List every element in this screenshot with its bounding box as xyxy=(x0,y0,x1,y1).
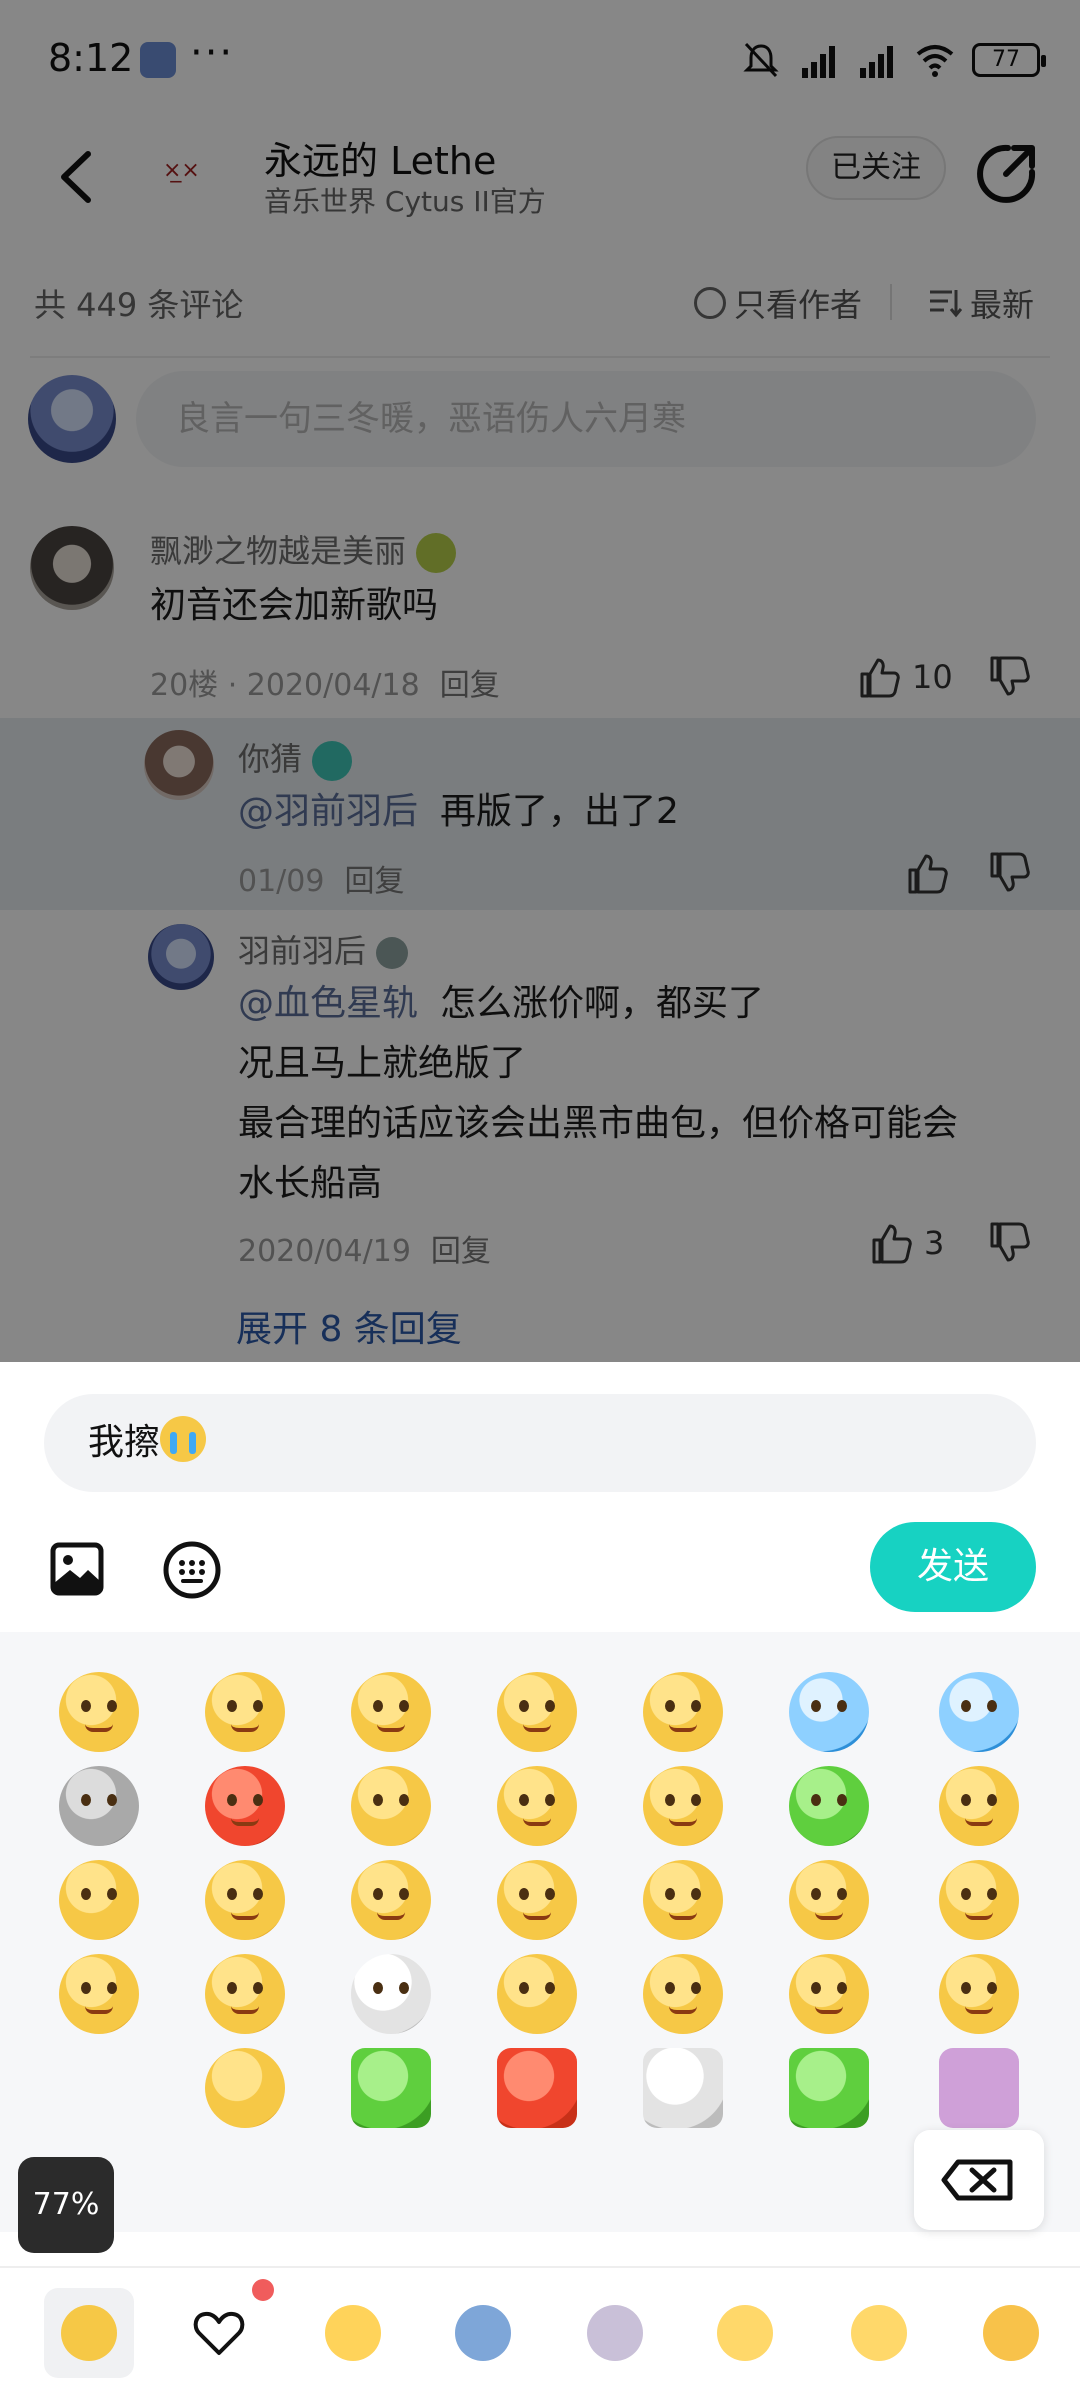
smirk-emoji-icon[interactable] xyxy=(205,1860,285,1940)
sticker-wolf-icon xyxy=(587,2305,643,2361)
mind-blown-emoji-icon[interactable] xyxy=(351,1766,431,1846)
drooling-emoji-icon[interactable] xyxy=(205,1672,285,1752)
tab-sticker-pack-6[interactable] xyxy=(966,2288,1056,2378)
keyboard-icon[interactable] xyxy=(162,1540,222,1600)
sticker-character-icon xyxy=(983,2305,1039,2361)
lemon-emoji-icon[interactable] xyxy=(205,2048,285,2128)
sneezing-emoji-icon[interactable] xyxy=(497,1954,577,2034)
scream-emoji-icon[interactable] xyxy=(939,1672,1019,1752)
floating-percent-widget[interactable]: 77% xyxy=(18,2157,114,2253)
tab-sticker-pack-1[interactable] xyxy=(308,2288,398,2378)
teary-eyes-emoji-icon[interactable] xyxy=(497,1672,577,1752)
wink-sparkle-emoji-icon[interactable] xyxy=(643,1766,723,1846)
determined-emoji-icon[interactable] xyxy=(59,1954,139,2034)
reply-sheet: 我擦 发送 xyxy=(0,1362,1080,2400)
starry-eyes-emoji-icon[interactable] xyxy=(59,1672,139,1752)
tab-default-emoji[interactable] xyxy=(44,2288,134,2378)
sweat-emoji-icon[interactable] xyxy=(939,1766,1019,1846)
tab-sticker-pack-3[interactable] xyxy=(570,2288,660,2378)
angry-emoji-icon[interactable] xyxy=(205,1766,285,1846)
reply-input-text: 我擦 xyxy=(88,1422,161,1463)
seal-crying-emoji-icon[interactable] xyxy=(789,1672,869,1752)
tab-favorites[interactable] xyxy=(174,2288,264,2378)
grass-emoji-icon[interactable] xyxy=(789,2048,869,2128)
heart-icon xyxy=(193,2311,245,2355)
tab-sticker-pack-2[interactable] xyxy=(438,2288,528,2378)
sticker-character-icon xyxy=(717,2305,773,2361)
crying-emoji-icon xyxy=(160,1416,207,1462)
mosaic-emoji-icon[interactable] xyxy=(939,2048,1019,2128)
thinking-emoji-icon[interactable] xyxy=(205,1954,285,2034)
vomiting-emoji-icon[interactable] xyxy=(789,1766,869,1846)
side-eye-emoji-icon[interactable] xyxy=(351,1860,431,1940)
crossed-arms-emoji-icon[interactable] xyxy=(789,1954,869,2034)
tab-sticker-pack-5[interactable] xyxy=(834,2288,924,2378)
loudly-crying-emoji-icon[interactable] xyxy=(497,1860,577,1940)
smiley-icon xyxy=(61,2305,117,2361)
tab-sticker-pack-4[interactable] xyxy=(700,2288,790,2378)
relieved-emoji-icon[interactable] xyxy=(939,1860,1019,1940)
dizzy-emoji-icon[interactable] xyxy=(789,1860,869,1940)
image-icon[interactable] xyxy=(50,1542,104,1596)
dim-overlay[interactable] xyxy=(0,0,1080,1362)
tired-emoji-icon[interactable] xyxy=(643,1860,723,1940)
cat-paw-emoji-icon[interactable] xyxy=(643,2048,723,2128)
comment-page: 8:12 ··· 77 ×̲× 永远的 Lethe 音乐世界 Cytus II官… xyxy=(0,0,1080,1362)
dog-emoji-icon[interactable] xyxy=(351,1954,431,2034)
plus-one-emoji-icon[interactable] xyxy=(497,2048,577,2128)
sticker-character-icon xyxy=(851,2305,907,2361)
meh-emoji-icon[interactable] xyxy=(939,1954,1019,2034)
shocked-grey-emoji-icon[interactable] xyxy=(59,1766,139,1846)
unamused-emoji-icon[interactable] xyxy=(497,1766,577,1846)
send-button[interactable]: 发送 xyxy=(870,1522,1036,1612)
reply-input[interactable]: 我擦 xyxy=(44,1394,1036,1492)
grin-emoji-icon[interactable] xyxy=(351,1672,431,1752)
flower-emoji-icon[interactable] xyxy=(643,1954,723,2034)
peeking-wall-emoji-icon[interactable] xyxy=(59,1860,139,1940)
sticker-character-icon xyxy=(325,2305,381,2361)
sticker-bird-icon xyxy=(455,2305,511,2361)
backspace-icon[interactable] xyxy=(914,2130,1044,2230)
emoji-category-tabs xyxy=(0,2266,1080,2400)
notification-dot xyxy=(252,2279,274,2301)
vegetable-emoji-icon[interactable] xyxy=(351,2048,431,2128)
shouting-emoji-icon[interactable] xyxy=(643,1672,723,1752)
